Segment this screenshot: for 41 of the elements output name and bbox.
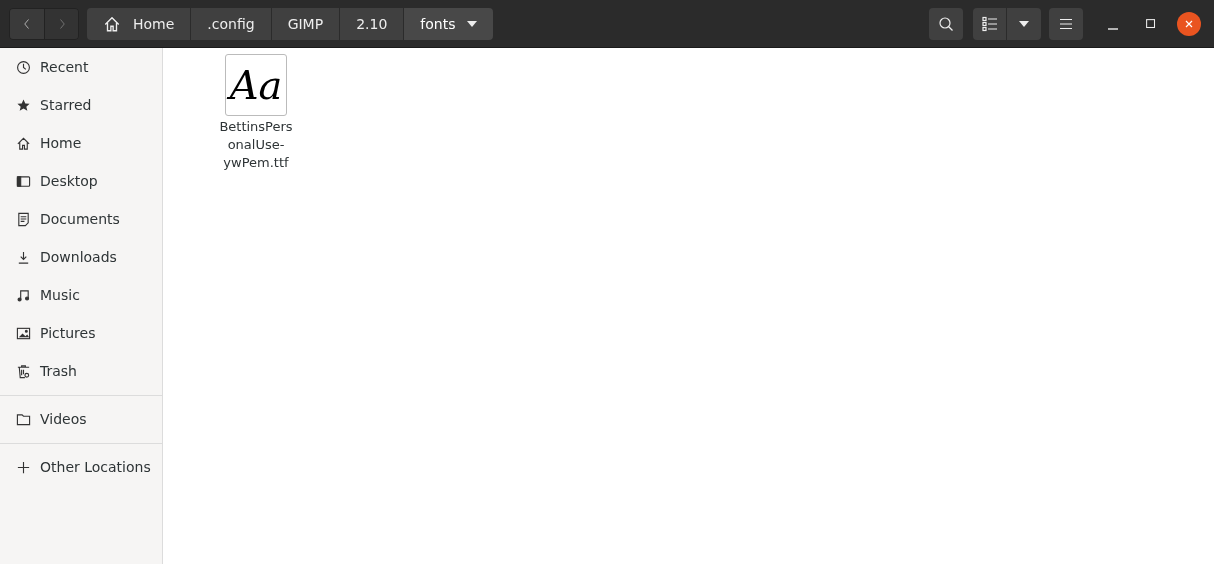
breadcrumb[interactable]: GIMP [271,7,341,40]
clock-icon [16,59,31,75]
font-preview-thumbnail[interactable]: Aa [225,54,287,116]
list-icon [981,15,998,32]
trash-icon [16,363,31,379]
breadcrumb[interactable]: Home [87,7,192,40]
sidebar-item[interactable]: Pictures [0,314,162,352]
home-icon [103,14,121,33]
breadcrumb[interactable]: 2.10 [340,7,405,40]
file-name[interactable]: BettinsPersonalUse-ywPem.ttf [216,118,296,172]
sidebar-item[interactable]: Music [0,276,162,314]
search-button[interactable] [929,7,963,40]
sidebar-item[interactable]: Documents [0,200,162,238]
music-note-icon [16,287,31,303]
breadcrumb[interactable]: .config [191,7,272,40]
menu-button[interactable] [1049,7,1083,40]
download-icon [16,249,31,265]
star-icon [16,97,31,113]
maximize-icon [1144,16,1158,31]
sidebar-item[interactable]: Recent [0,48,162,86]
sidebar-item[interactable]: Desktop [0,162,162,200]
sidebar-item[interactable]: Home [0,124,162,162]
sidebar-item[interactable]: Starred [0,86,162,124]
minimize-icon [1108,27,1118,30]
caret-icon [1019,20,1029,27]
close-button[interactable] [1177,11,1201,36]
picture-icon [16,325,31,341]
search-icon [938,15,954,32]
plus-icon [16,459,31,475]
sidebar-item[interactable]: Trash [0,352,162,390]
folder-icon [16,411,31,427]
sidebar-item[interactable]: Videos [0,400,162,438]
desktop-icon [16,173,31,189]
sidebar-item[interactable]: Downloads [0,238,162,276]
home-icon [16,135,31,151]
view-options-button[interactable] [1007,7,1041,40]
sidebar-item[interactable]: Other Locations [0,448,162,486]
document-icon [16,211,31,227]
breadcrumb[interactable]: fonts [404,7,494,40]
caret-icon [467,20,478,27]
list-view-button[interactable] [973,7,1007,40]
